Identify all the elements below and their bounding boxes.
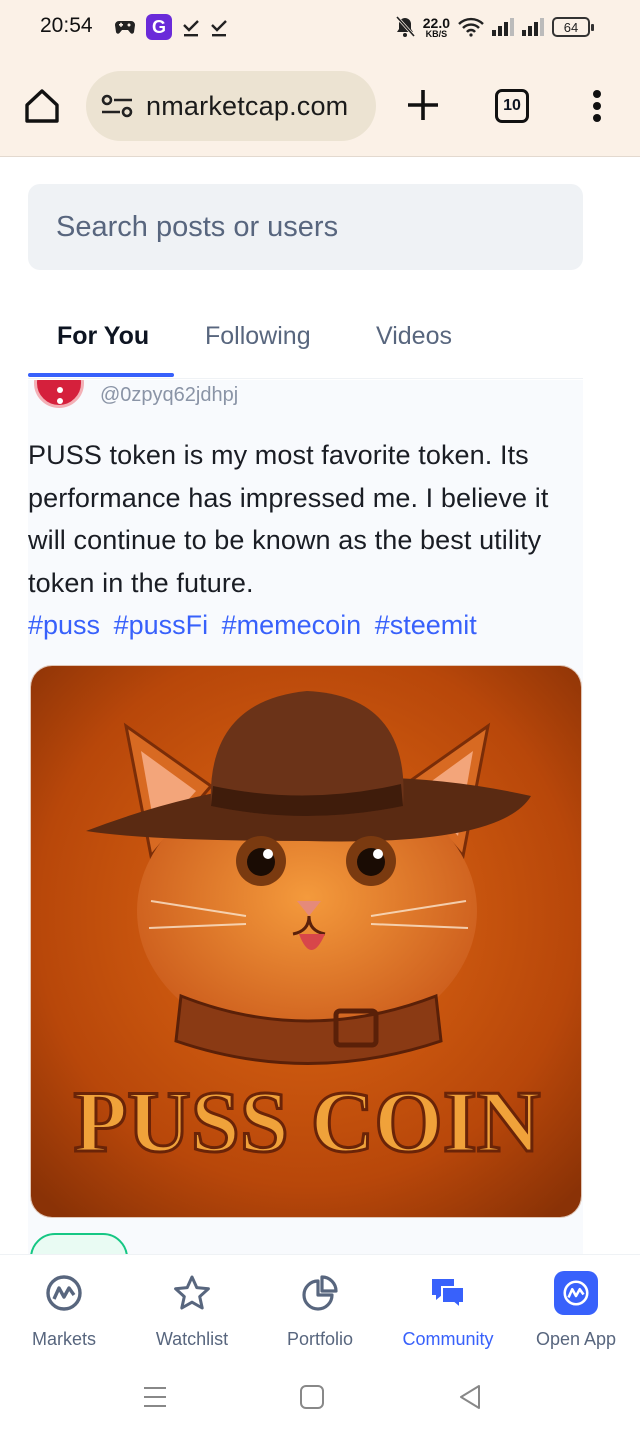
post-image[interactable]: PUSS COIN [30, 665, 582, 1218]
new-tab-button[interactable] [404, 86, 442, 124]
home-button[interactable] [22, 86, 62, 126]
network-speed: 22.0 KB/S [423, 16, 450, 39]
status-time: 20:54 [40, 14, 93, 37]
recents-button[interactable] [140, 1382, 170, 1412]
url-text: nmarketcap.com [146, 90, 349, 121]
post-card[interactable]: @0zpyq62jdhpj PUSS token is my most favo… [28, 380, 583, 1254]
active-tab-indicator [28, 373, 174, 377]
menu-dot-icon [593, 102, 601, 110]
hashtag-link[interactable]: #memecoin [222, 610, 362, 640]
search-input[interactable] [56, 210, 583, 244]
chat-bubbles-icon [426, 1271, 470, 1315]
bottom-nav: Markets Watchlist Portfolio Community Op… [0, 1254, 640, 1366]
hashtag-link[interactable]: #steemit [375, 610, 477, 640]
tab-following[interactable]: Following [205, 322, 311, 351]
nav-watchlist[interactable]: Watchlist [128, 1255, 256, 1367]
nav-community[interactable]: Community [384, 1255, 512, 1367]
signal-icon [522, 14, 544, 40]
menu-dot-icon [593, 114, 601, 122]
browser-toolbar: nmarketcap.com 10 [0, 56, 640, 157]
tab-switcher-button[interactable]: 10 [495, 89, 529, 123]
app-logo-icon [554, 1271, 598, 1315]
nav-open-app[interactable]: Open App [512, 1255, 640, 1367]
g-app-icon: G [146, 14, 172, 40]
nav-label: Open App [535, 1329, 617, 1349]
download-done-icon [210, 14, 228, 40]
menu-dot-icon [593, 90, 601, 98]
status-bar: 20:54 G 22.0 KB/S 64 [0, 0, 640, 56]
hashtag-link[interactable]: #pussFi [114, 610, 209, 640]
back-triangle-icon [460, 1385, 480, 1409]
site-settings-icon[interactable] [100, 91, 134, 121]
home-icon [25, 89, 59, 123]
back-button[interactable] [455, 1382, 485, 1412]
tab-videos[interactable]: Videos [376, 322, 452, 351]
system-status-icons: 22.0 KB/S 64 [395, 14, 594, 40]
nav-label: Watchlist [155, 1329, 229, 1349]
system-nav-bar [0, 1366, 640, 1433]
app-logo-icon-wrap [554, 1271, 598, 1315]
signal-icon [492, 14, 514, 40]
bell-muted-icon [395, 14, 415, 40]
square-icon [300, 1385, 324, 1409]
puss-coin-cat-image: PUSS COIN [31, 666, 581, 1217]
post-text: PUSS token is my most favorite token. It… [28, 440, 549, 598]
search-box [28, 184, 583, 270]
star-icon [170, 1271, 214, 1315]
cmc-logo-icon [42, 1271, 86, 1315]
download-done-icon [182, 14, 200, 40]
tab-for-you[interactable]: For You [57, 322, 149, 351]
avatar[interactable] [34, 380, 84, 408]
home-nav-button[interactable] [297, 1382, 327, 1412]
browser-menu-button[interactable] [585, 86, 609, 126]
menu-lines-icon [144, 1387, 166, 1407]
battery-indicator: 64 [552, 17, 594, 37]
nav-portfolio[interactable]: Portfolio [256, 1255, 384, 1367]
gamepad-icon [114, 14, 136, 40]
reaction-chip[interactable] [30, 1233, 128, 1254]
nav-label: Markets [31, 1329, 96, 1349]
post-handle[interactable]: @0zpyq62jdhpj [100, 384, 238, 407]
feed-tabs: For You Following Videos [28, 300, 583, 379]
wifi-icon [458, 14, 484, 40]
network-speed-unit: KB/S [425, 28, 448, 39]
network-speed-value: 22.0 [422, 14, 450, 31]
post-hashtags: #puss #pussFi #memecoin #steemit [28, 604, 483, 646]
address-bar[interactable]: nmarketcap.com [86, 71, 376, 141]
nav-markets[interactable]: Markets [0, 1255, 128, 1367]
puss-coin-lettering: PUSS COIN [74, 1074, 541, 1171]
hashtag-link[interactable]: #puss [28, 610, 100, 640]
nav-label: Community [402, 1329, 494, 1349]
notification-icons: G [114, 14, 228, 40]
nav-label: Portfolio [286, 1329, 354, 1349]
plus-icon [408, 90, 438, 120]
pie-chart-icon [298, 1271, 342, 1315]
